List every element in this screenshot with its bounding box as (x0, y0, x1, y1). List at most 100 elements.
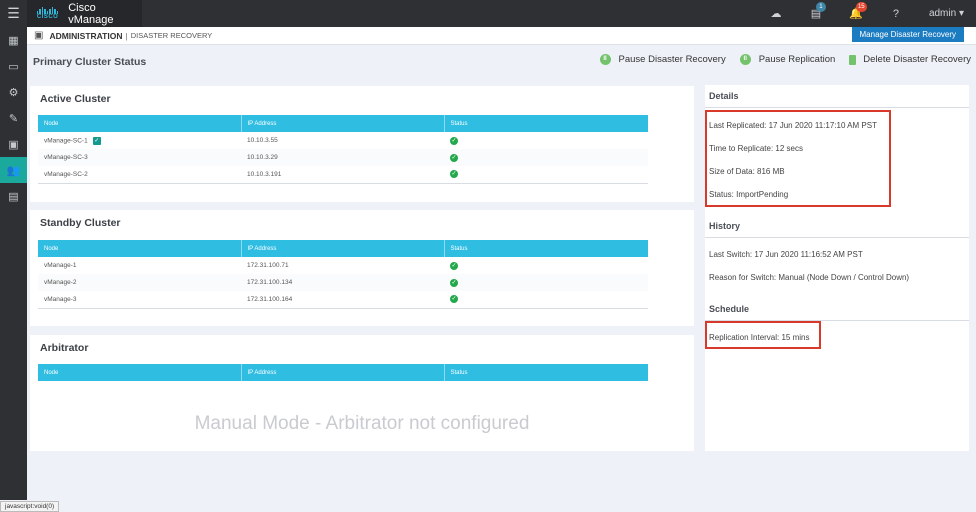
ip-address: 172.31.100.164 (241, 291, 444, 309)
node-name: vManage-SC-2 (38, 166, 241, 184)
users-icon: 👥 (6, 164, 21, 177)
brand[interactable]: CISCO Cisco vManage (27, 0, 142, 27)
tasks-badge: 1 (815, 2, 826, 12)
arbitrator-table: Node IP Address Status (38, 364, 648, 381)
breadcrumb-bar: ▣ ADMINISTRATION | DISASTER RECOVERY Man… (27, 27, 976, 45)
wrench-icon: ✎ (8, 112, 19, 125)
page-title: Primary Cluster Status (33, 56, 147, 68)
tasks-icon[interactable]: ▤ 1 (809, 2, 826, 20)
action-bar: II Pause Disaster Recovery II Pause Repl… (586, 54, 971, 65)
table-row[interactable]: vManage-3 172.31.100.164 ✓ (38, 291, 648, 309)
divider (705, 107, 969, 108)
panel-title: Standby Cluster (40, 217, 121, 229)
sidebar-item-administration[interactable]: 👥 (0, 157, 27, 183)
panel-title: Active Cluster (40, 93, 111, 105)
pause-icon: II (739, 54, 751, 65)
chevron-down-icon: ▾ (958, 8, 964, 19)
breadcrumb-separator: | (125, 30, 128, 41)
pause-disaster-recovery-button[interactable]: II Pause Disaster Recovery (599, 54, 726, 65)
ip-address: 172.31.100.71 (247, 262, 289, 269)
replication-status: Status: ImportPending (709, 190, 789, 199)
cloud-icon[interactable]: ☁ (769, 7, 783, 20)
last-switch: Last Switch: 17 Jun 2020 11:16:52 AM PST (709, 250, 863, 259)
status-ok-icon: ✓ (450, 170, 458, 179)
ip-address: 172.31.100.134 (241, 274, 444, 291)
sidebar-item-monitor[interactable]: ▭ (0, 53, 27, 79)
table-row[interactable]: vManage-SC-1 ✓ 10.10.3.55 ✓ (38, 132, 648, 149)
trash-icon (849, 54, 857, 65)
time-to-replicate: Time to Replicate: 12 secs (709, 144, 803, 153)
column-header-node[interactable]: Node (38, 364, 242, 381)
details-title: Details (709, 91, 739, 101)
ip-address: 10.10.3.29 (241, 149, 444, 166)
empty-state-message: Manual Mode - Arbitrator not configured (194, 413, 530, 434)
size-of-data: Size of Data: 816 MB (709, 167, 785, 176)
pause-replication-button[interactable]: II Pause Replication (739, 54, 835, 65)
pause-icon: II (599, 54, 611, 65)
panel-title: Arbitrator (40, 342, 89, 354)
table-row[interactable]: vManage-SC-3 10.10.3.29 ✓ (38, 149, 648, 166)
app-title: Cisco vManage (68, 1, 114, 26)
monitor-icon: ▭ (8, 60, 19, 73)
dashboard-icon: ▦ (8, 34, 19, 47)
manage-disaster-recovery-button[interactable]: Manage Disaster Recovery (851, 27, 964, 42)
primary-check-icon: ✓ (92, 136, 101, 145)
status-ok-icon: ✓ (450, 136, 458, 145)
replication-interval: Replication Interval: 15 mins (709, 333, 810, 342)
active-cluster-table: Node IP Address Status vManage-SC-1 ✓ 10.… (38, 115, 648, 184)
bell-icon[interactable]: 🔔 15 (849, 2, 867, 20)
breadcrumb-main[interactable]: ADMINISTRATION (49, 31, 122, 41)
schedule-title: Schedule (709, 304, 750, 314)
column-header-status[interactable]: Status (444, 240, 648, 257)
table-row[interactable]: vManage-SC-2 10.10.3.191 ✓ (38, 166, 648, 184)
table-row[interactable]: vManage-1 172.31.100.71 ✓ (38, 257, 648, 274)
delete-disaster-recovery-button[interactable]: Delete Disaster Recovery (849, 54, 971, 65)
details-panel: Details Last Replicated: 17 Jun 2020 11:… (705, 85, 969, 451)
divider (705, 237, 969, 238)
sidebar-item-analytics[interactable]: ▤ (0, 183, 27, 209)
status-ok-icon: ✓ (450, 261, 458, 270)
help-icon[interactable]: ? (889, 8, 903, 20)
column-header-node[interactable]: Node (38, 115, 242, 132)
alerts-badge: 15 (855, 2, 867, 12)
status-ok-icon: ✓ (450, 278, 458, 287)
table-row[interactable]: vManage-2 172.31.100.134 ✓ (38, 274, 648, 291)
breadcrumb-current: DISASTER RECOVERY (130, 31, 213, 40)
menu-icon[interactable]: ☰ (0, 0, 27, 27)
ip-address: 10.10.3.55 (247, 137, 278, 144)
briefcase-icon: ▣ (34, 30, 44, 41)
standby-cluster-panel: Standby Cluster Node IP Address Status v… (30, 210, 694, 326)
status-ok-icon: ✓ (450, 295, 458, 304)
history-title: History (709, 221, 741, 231)
column-header-ip[interactable]: IP Address (241, 240, 445, 257)
standby-cluster-table: Node IP Address Status vManage-1 172.31.… (38, 240, 648, 309)
gear-icon: ⚙ (8, 86, 19, 99)
sidebar-item-maintenance[interactable]: ▣ (0, 131, 27, 157)
last-replicated: Last Replicated: 17 Jun 2020 11:17:10 AM… (709, 121, 877, 130)
ip-address: 10.10.3.191 (241, 166, 444, 184)
status-bar-url: javascript:void(0) (0, 501, 60, 512)
node-name: vManage-1 (44, 262, 77, 269)
column-header-ip[interactable]: IP Address (241, 364, 445, 381)
status-ok-icon: ✓ (450, 153, 458, 162)
node-name: vManage-SC-1 (44, 137, 88, 145)
briefcase-icon: ▣ (8, 138, 19, 151)
analytics-icon: ▤ (8, 190, 19, 203)
node-name: vManage-3 (38, 291, 241, 309)
sidebar-item-dashboard[interactable]: ▦ (0, 27, 27, 53)
node-name: vManage-SC-3 (38, 149, 241, 166)
user-menu[interactable]: admin ▾ (929, 8, 964, 19)
sidebar-item-configuration[interactable]: ⚙ (0, 79, 27, 105)
arbitrator-panel: Arbitrator Node IP Address Status Manual… (30, 335, 694, 451)
node-name: vManage-2 (38, 274, 241, 291)
cisco-logo: CISCO (33, 5, 62, 23)
top-bar: ☰ CISCO Cisco vManage ☁ ▤ 1 🔔 15 ? admin ▾ (0, 0, 976, 27)
column-header-status[interactable]: Status (444, 364, 648, 381)
column-header-ip[interactable]: IP Address (241, 115, 445, 132)
column-header-status[interactable]: Status (444, 115, 648, 132)
switch-reason: Reason for Switch: Manual (Node Down / C… (709, 273, 910, 282)
active-cluster-panel: Active Cluster Node IP Address Status vM… (30, 86, 694, 202)
sidebar-item-tools[interactable]: ✎ (0, 105, 27, 131)
column-header-node[interactable]: Node (38, 240, 242, 257)
sidebar: ▦ ▭ ⚙ ✎ ▣ 👥 ▤ (0, 27, 27, 500)
